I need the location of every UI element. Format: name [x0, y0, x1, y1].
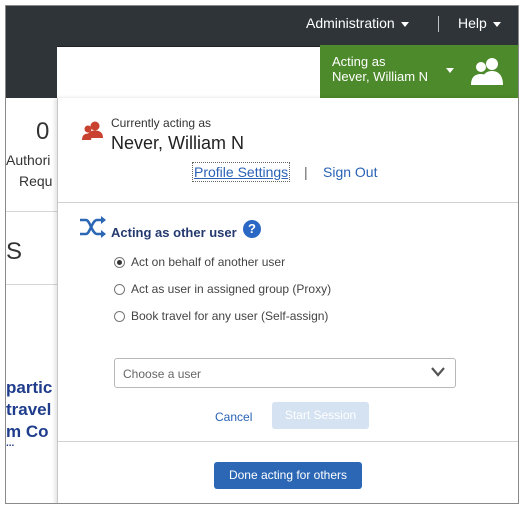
- sign-out-link[interactable]: Sign Out: [323, 164, 377, 180]
- help-menu-label: Help: [458, 15, 487, 31]
- acting-as-label: Acting as: [332, 54, 386, 69]
- radio-option-self-assign[interactable]: Book travel for any user (Self-assign): [114, 309, 328, 323]
- background-divider: [6, 211, 57, 212]
- radio-button[interactable]: [114, 311, 125, 323]
- acting-as-text: Acting as Never, William N: [332, 54, 428, 84]
- current-user-name: Never, William N: [111, 133, 245, 153]
- cancel-button[interactable]: Cancel: [215, 410, 252, 424]
- app-window: Administration Help Acting as Never, Wil…: [5, 5, 519, 504]
- done-acting-button[interactable]: Done acting for others: [214, 462, 362, 489]
- acting-as-dropdown-panel: Currently acting as Never, William N Pro…: [57, 98, 518, 503]
- users-icon: [471, 58, 503, 85]
- acting-as-menu[interactable]: Acting as Never, William N: [320, 45, 518, 99]
- radio-option-label: Act on behalf of another user: [131, 255, 286, 269]
- chevron-down-icon: [431, 367, 445, 377]
- top-navigation-bar: Administration Help: [6, 6, 518, 47]
- caret-down-icon: [492, 21, 501, 27]
- choose-user-select[interactable]: Choose a user: [114, 358, 456, 388]
- radio-option-proxy[interactable]: Act as user in assigned group (Proxy): [114, 282, 331, 296]
- background-text-requ: Requ: [19, 173, 53, 189]
- help-icon[interactable]: ?: [243, 220, 261, 238]
- shuffle-icon: [80, 216, 106, 238]
- radio-button[interactable]: [114, 257, 125, 269]
- start-session-button[interactable]: Start Session: [272, 402, 369, 429]
- acting-other-user-heading: Acting as other user: [111, 225, 237, 240]
- panel-divider: [58, 202, 518, 203]
- menu-divider: [438, 16, 439, 32]
- background-text-s: S: [6, 238, 23, 265]
- background-link[interactable]: travel: [6, 400, 51, 420]
- administration-menu-label: Administration: [306, 15, 395, 31]
- background-text-authori: Authori: [6, 152, 51, 168]
- choose-user-placeholder: Choose a user: [123, 367, 202, 381]
- background-header-strip: [6, 46, 57, 98]
- radio-option-label: Act as user in assigned group (Proxy): [131, 282, 332, 296]
- acting-as-user: Never, William N: [332, 69, 429, 84]
- caret-down-icon: [446, 68, 454, 73]
- currently-acting-label: Currently acting as: [111, 116, 212, 130]
- panel-divider: [58, 441, 518, 442]
- user-pin-icon: [82, 121, 103, 140]
- radio-option-act-on-behalf[interactable]: Act on behalf of another user: [114, 255, 285, 269]
- caret-down-icon: [400, 21, 409, 27]
- background-number: 0: [36, 118, 50, 145]
- background-link[interactable]: partic: [6, 378, 52, 398]
- radio-option-label: Book travel for any user (Self-assign): [131, 309, 329, 323]
- help-menu[interactable]: Help: [458, 15, 501, 31]
- link-separator: |: [304, 164, 308, 180]
- background-link[interactable]: ...: [6, 438, 14, 449]
- radio-button[interactable]: [114, 284, 125, 296]
- profile-settings-link[interactable]: Profile Settings: [191, 162, 291, 182]
- background-divider: [6, 284, 57, 285]
- administration-menu[interactable]: Administration: [306, 15, 409, 31]
